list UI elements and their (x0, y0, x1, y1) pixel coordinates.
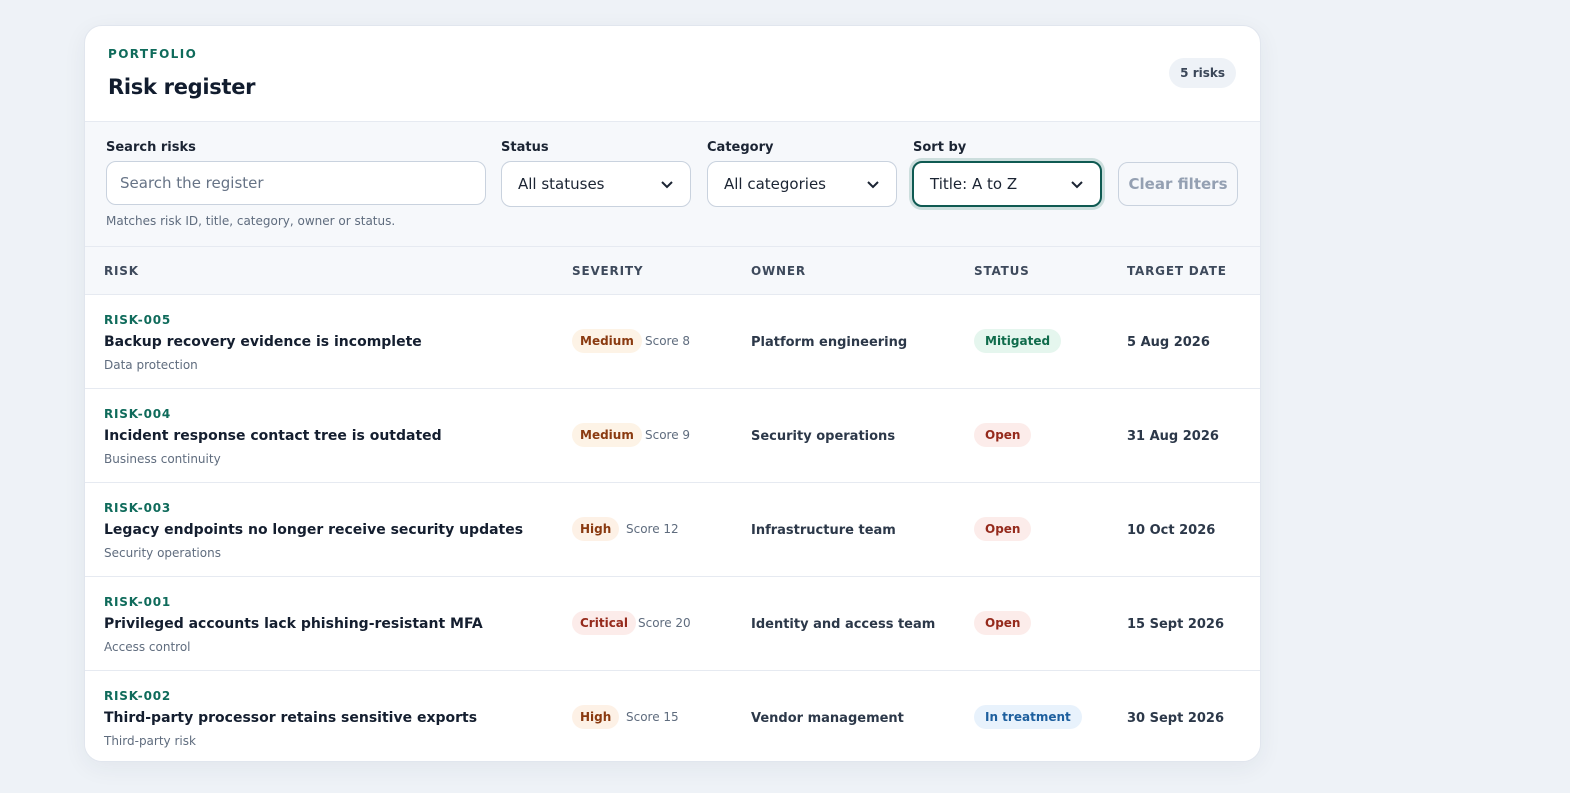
severity-badge: Medium (572, 423, 642, 447)
filter-bar: Search risks Matches risk ID, title, cat… (85, 122, 1260, 247)
risk-title: Legacy endpoints no longer receive secur… (104, 522, 524, 538)
risk-category: Security operations (104, 546, 221, 560)
sort-select[interactable]: Title: A to Z (912, 161, 1102, 207)
target-date: 5 Aug 2026 (1127, 335, 1210, 350)
target-date: 30 Sept 2026 (1127, 711, 1225, 726)
risk-owner: Security operations (751, 429, 896, 444)
search-hint: Matches risk ID, title, category, owner … (106, 214, 396, 228)
table-row[interactable]: RISK-005 Backup recovery evidence is inc… (85, 295, 1260, 389)
table-row[interactable]: RISK-002 Third-party processor retains s… (85, 671, 1260, 761)
search-label: Search risks (106, 140, 196, 155)
risk-id: RISK-001 (104, 595, 172, 609)
risk-category: Business continuity (104, 452, 221, 466)
eyebrow-label: PORTFOLIO (108, 47, 198, 61)
column-header-risk: RISK (104, 264, 139, 278)
column-header-status: STATUS (974, 264, 1030, 278)
risk-title: Privileged accounts lack phishing-resist… (104, 616, 483, 632)
severity-badge: High (572, 517, 620, 541)
risk-owner: Infrastructure team (751, 523, 896, 538)
risk-category: Third-party risk (104, 734, 196, 748)
card-header: PORTFOLIO Risk register 5 risks (85, 26, 1260, 122)
risk-category: Access control (104, 640, 191, 654)
status-select-value: All statuses (518, 175, 605, 193)
table-header: RISK SEVERITY OWNER STATUS TARGET DATE (85, 247, 1260, 295)
risk-owner: Vendor management (751, 711, 904, 726)
severity-score: Score 9 (645, 428, 691, 442)
severity-badge: High (572, 705, 620, 729)
category-select-value: All categories (724, 175, 826, 193)
status-badge: In treatment (974, 705, 1082, 729)
risk-register-card: PORTFOLIO Risk register 5 risks Search r… (84, 25, 1261, 762)
risk-id: RISK-003 (104, 501, 172, 515)
column-header-target-date: TARGET DATE (1127, 264, 1227, 278)
column-header-owner: OWNER (751, 264, 806, 278)
risk-title: Backup recovery evidence is incomplete (104, 334, 422, 350)
status-badge: Open (974, 611, 1032, 635)
severity-badge: Medium (572, 329, 642, 353)
risk-id: RISK-002 (104, 689, 172, 703)
risk-owner: Identity and access team (751, 617, 936, 632)
sort-label: Sort by (913, 140, 967, 155)
severity-score: Score 15 (626, 710, 679, 724)
severity-badge: Critical (572, 611, 637, 635)
chevron-down-icon (661, 181, 673, 189)
status-badge: Open (974, 423, 1032, 447)
target-date: 31 Aug 2026 (1127, 429, 1219, 444)
severity-score: Score 12 (626, 522, 679, 536)
status-badge: Mitigated (974, 329, 1062, 353)
page-title: Risk register (108, 75, 256, 99)
target-date: 10 Oct 2026 (1127, 523, 1216, 538)
risk-count-badge: 5 risks (1169, 58, 1236, 88)
column-header-severity: SEVERITY (572, 264, 644, 278)
risk-id: RISK-005 (104, 313, 172, 327)
table-body: RISK-005 Backup recovery evidence is inc… (85, 295, 1260, 761)
target-date: 15 Sept 2026 (1127, 617, 1225, 632)
risk-owner: Platform engineering (751, 335, 908, 350)
risk-id: RISK-004 (104, 407, 172, 421)
status-select[interactable]: All statuses (501, 161, 691, 207)
chevron-down-icon (867, 181, 879, 189)
status-badge: Open (974, 517, 1032, 541)
table-row[interactable]: RISK-003 Legacy endpoints no longer rece… (85, 483, 1260, 577)
risk-title: Incident response contact tree is outdat… (104, 428, 442, 444)
status-label: Status (501, 140, 549, 155)
severity-score: Score 20 (638, 616, 691, 630)
table-row[interactable]: RISK-004 Incident response contact tree … (85, 389, 1260, 483)
chevron-down-icon (1071, 181, 1083, 189)
severity-score: Score 8 (645, 334, 691, 348)
category-select[interactable]: All categories (707, 161, 897, 207)
clear-filters-button[interactable]: Clear filters (1118, 162, 1238, 206)
risk-title: Third-party processor retains sensitive … (104, 710, 478, 726)
category-label: Category (707, 140, 774, 155)
search-input[interactable] (106, 161, 486, 205)
table-row[interactable]: RISK-001 Privileged accounts lack phishi… (85, 577, 1260, 671)
sort-select-value: Title: A to Z (930, 175, 1018, 193)
risk-category: Data protection (104, 358, 198, 372)
